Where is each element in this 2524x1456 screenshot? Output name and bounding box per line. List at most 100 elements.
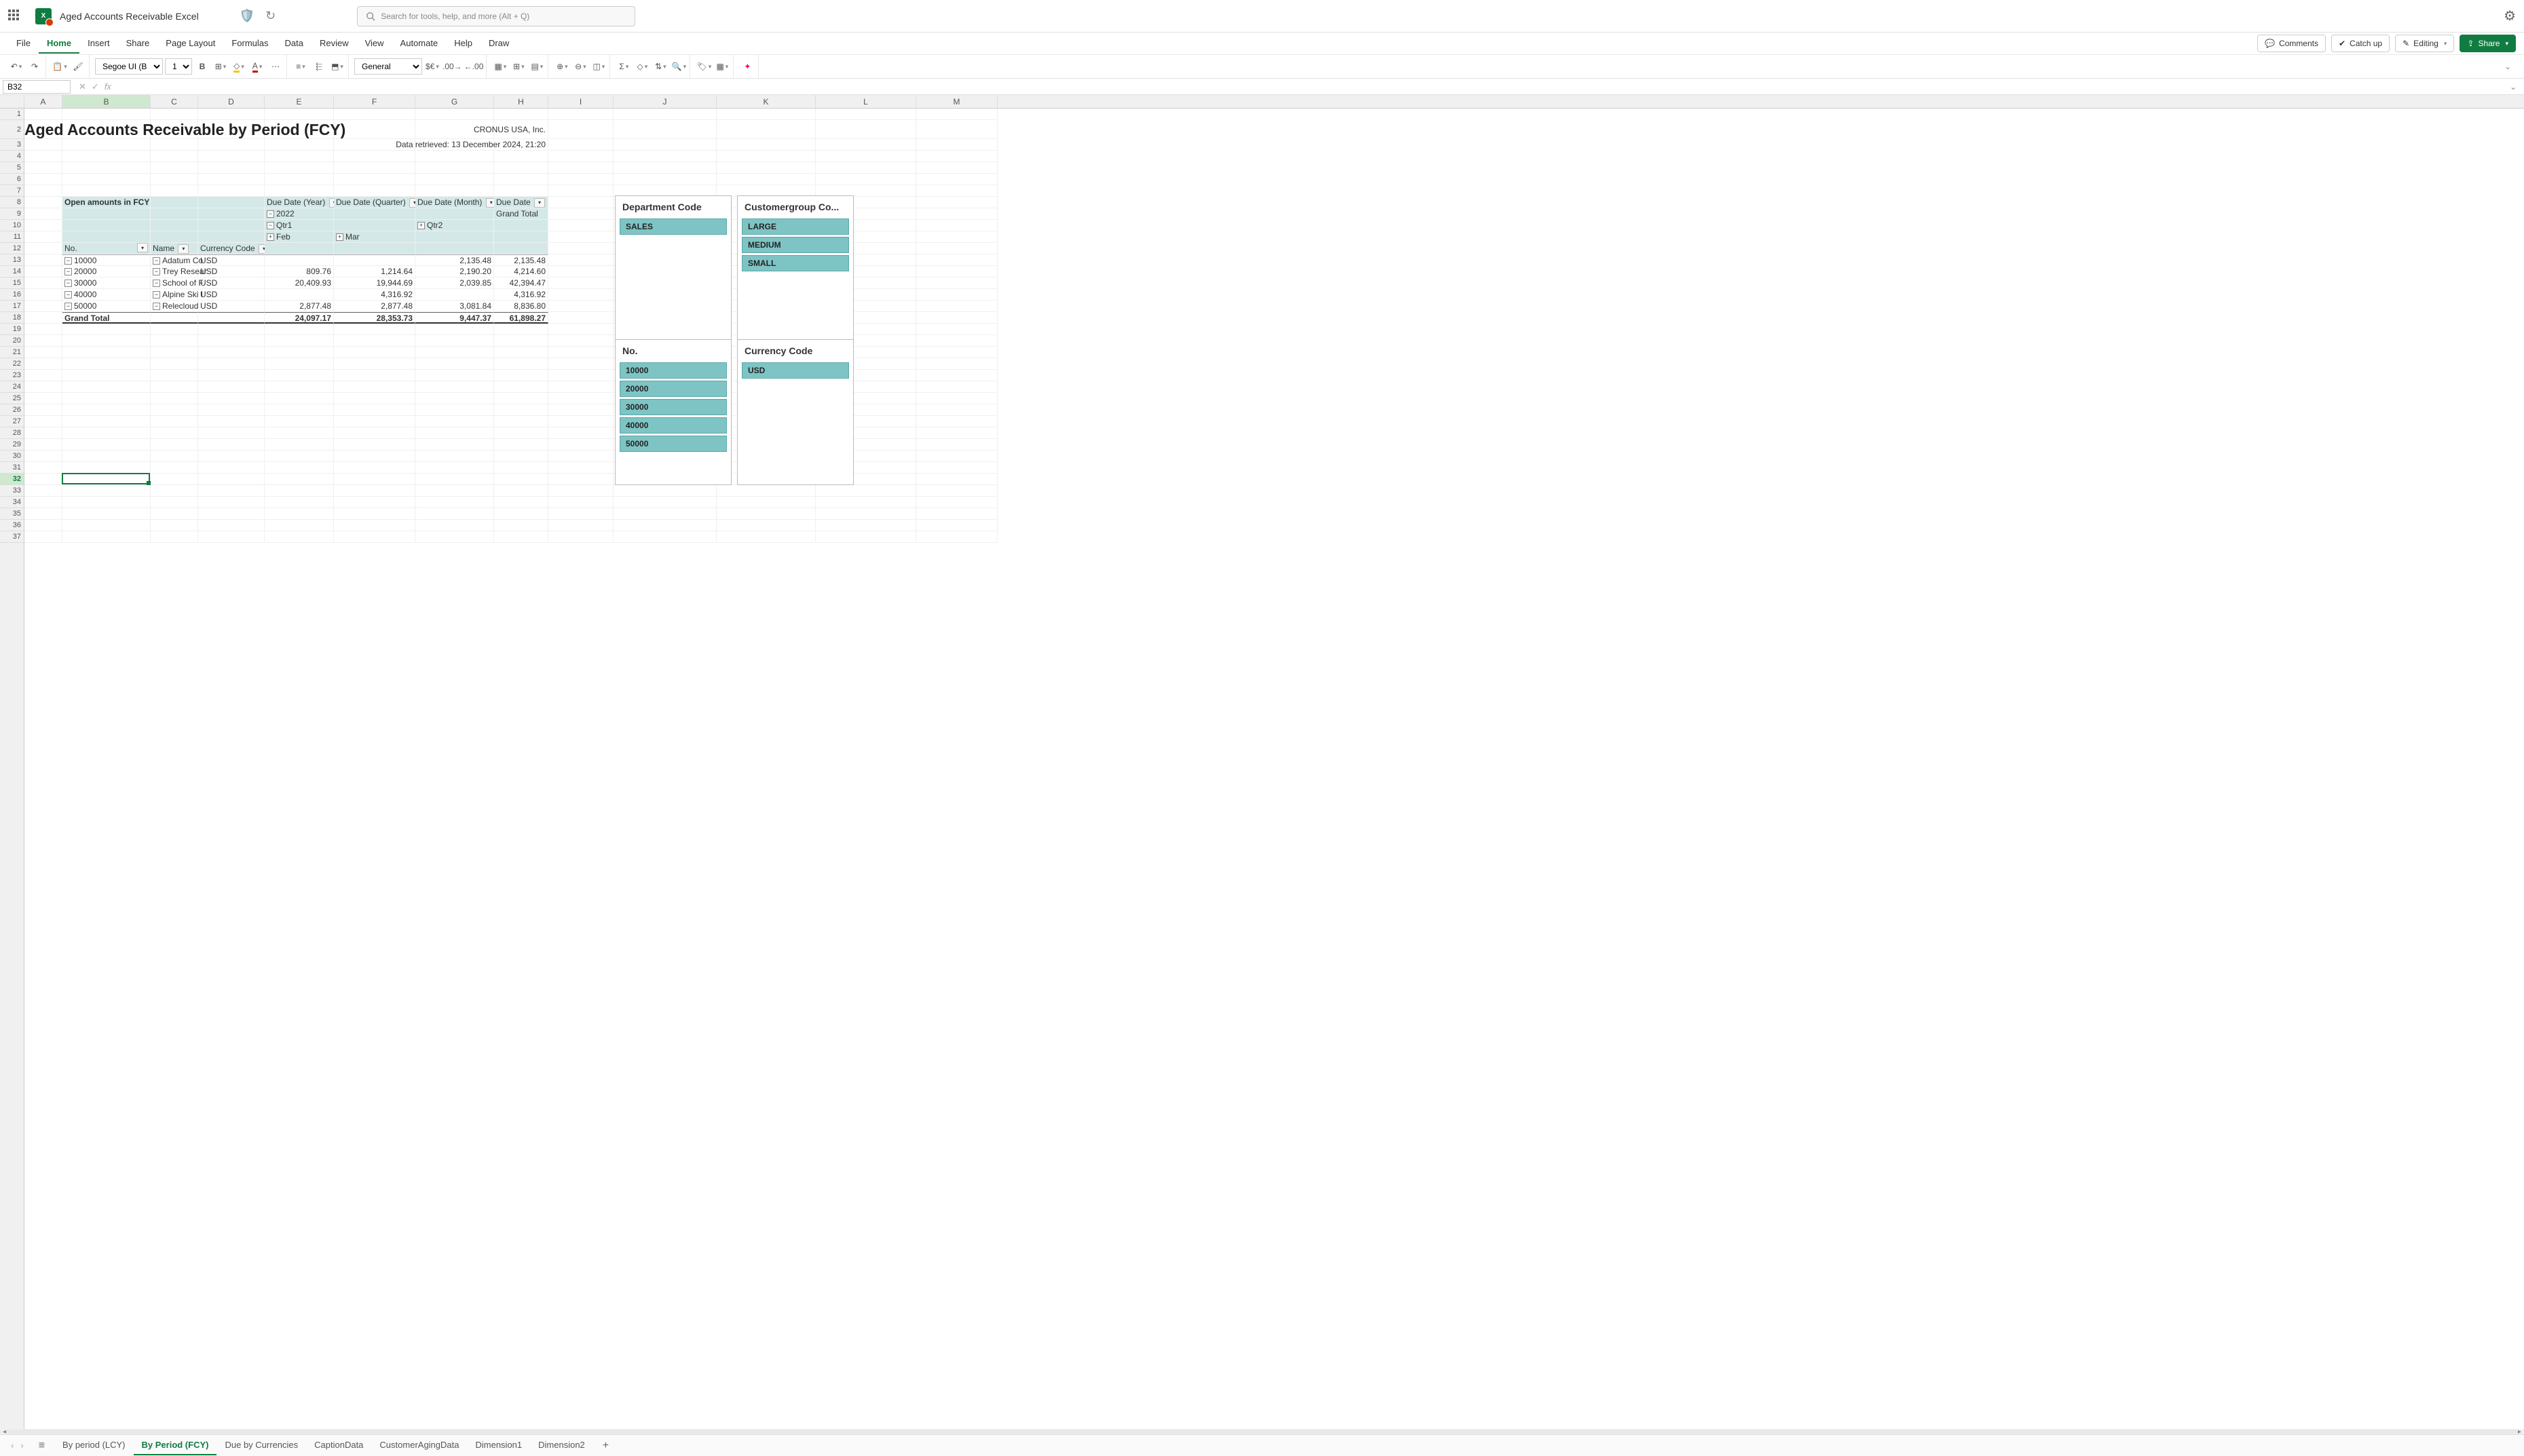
column-header-A[interactable]: A [24, 95, 62, 108]
cell-F12[interactable] [334, 243, 415, 254]
cell-H14[interactable]: 4,214.60 [494, 266, 548, 277]
cell-F22[interactable] [334, 358, 415, 370]
cell-K36[interactable] [717, 520, 816, 531]
cell-B23[interactable] [62, 370, 151, 381]
cell-F30[interactable] [334, 451, 415, 462]
name-box[interactable] [3, 80, 71, 94]
cell-E11[interactable]: +Feb [265, 231, 334, 243]
cell-D8[interactable] [198, 197, 265, 208]
column-header-J[interactable]: J [614, 95, 717, 108]
row-header-24[interactable]: 24 [0, 381, 24, 393]
cell-K34[interactable] [717, 497, 816, 508]
currency-button[interactable]: $€▾ [424, 58, 440, 75]
cell-K1[interactable] [717, 109, 816, 120]
cell-H27[interactable] [494, 416, 548, 427]
cell-E36[interactable] [265, 520, 334, 531]
cell-I9[interactable] [548, 208, 614, 220]
cell-G11[interactable] [415, 231, 494, 243]
cell-B2[interactable]: Aged Accounts Receivable by Period (FCY) [62, 120, 151, 139]
cell-F37[interactable] [334, 531, 415, 543]
cell-C16[interactable]: −Alpine Ski I [151, 289, 198, 301]
cell-B11[interactable] [62, 231, 151, 243]
column-header-F[interactable]: F [334, 95, 415, 108]
cell-J33[interactable] [614, 485, 717, 497]
cell-A24[interactable] [24, 381, 62, 393]
cell-G36[interactable] [415, 520, 494, 531]
cell-K2[interactable] [717, 120, 816, 139]
cell-M15[interactable] [916, 277, 998, 289]
cell-E5[interactable] [265, 162, 334, 174]
cell-M37[interactable] [916, 531, 998, 543]
cell-styles-button[interactable]: ▤▾ [529, 58, 545, 75]
cell-G26[interactable] [415, 404, 494, 416]
column-header-G[interactable]: G [415, 95, 494, 108]
row-header-37[interactable]: 37 [0, 531, 24, 543]
cell-J3[interactable] [614, 139, 717, 151]
sheet-tab-customeragingdata[interactable]: CustomerAgingData [371, 1436, 467, 1455]
cell-M21[interactable] [916, 347, 998, 358]
row-header-27[interactable]: 27 [0, 416, 24, 427]
slicer-no-item-3[interactable]: 40000 [620, 417, 727, 434]
cell-E6[interactable] [265, 174, 334, 185]
scroll-right-icon[interactable]: ▸ [2518, 1428, 2521, 1436]
cell-C35[interactable] [151, 508, 198, 520]
fill-color-button[interactable]: ◇▾ [231, 58, 247, 75]
cell-A15[interactable] [24, 277, 62, 289]
cell-C29[interactable] [151, 439, 198, 451]
cell-A34[interactable] [24, 497, 62, 508]
row-header-25[interactable]: 25 [0, 393, 24, 404]
cell-I8[interactable] [548, 197, 614, 208]
cell-E14[interactable]: 809.76 [265, 266, 334, 277]
cell-M9[interactable] [916, 208, 998, 220]
font-color-button[interactable]: A▾ [249, 58, 265, 75]
cell-F13[interactable] [334, 254, 415, 266]
undo-button[interactable]: ↶▾ [8, 58, 24, 75]
cell-F28[interactable] [334, 427, 415, 439]
cell-H28[interactable] [494, 427, 548, 439]
slicer-no-item-4[interactable]: 50000 [620, 436, 727, 452]
cell-A22[interactable] [24, 358, 62, 370]
cell-M12[interactable] [916, 243, 998, 254]
cell-C7[interactable] [151, 185, 198, 197]
cell-A8[interactable] [24, 197, 62, 208]
cell-J2[interactable] [614, 120, 717, 139]
menu-tab-share[interactable]: Share [118, 34, 158, 54]
row-header-17[interactable]: 17 [0, 301, 24, 312]
row-header-8[interactable]: 8 [0, 197, 24, 208]
cell-H7[interactable] [494, 185, 548, 197]
cell-D11[interactable] [198, 231, 265, 243]
cell-B13[interactable]: −10000 [62, 254, 151, 266]
search-input[interactable]: Search for tools, help, and more (Alt + … [357, 6, 635, 26]
cell-F32[interactable] [334, 474, 415, 485]
cell-B4[interactable] [62, 151, 151, 162]
row-header-6[interactable]: 6 [0, 174, 24, 185]
cell-B21[interactable] [62, 347, 151, 358]
cell-E32[interactable] [265, 474, 334, 485]
slicer-customergroup-item-2[interactable]: SMALL [742, 255, 849, 271]
cell-F25[interactable] [334, 393, 415, 404]
cell-H17[interactable]: 8,836.80 [494, 301, 548, 312]
redo-button[interactable]: ↷ [26, 58, 43, 75]
row-header-12[interactable]: 12 [0, 243, 24, 254]
sheet-tab-by-period-lcy-[interactable]: By period (LCY) [54, 1436, 133, 1455]
cell-G34[interactable] [415, 497, 494, 508]
cell-G13[interactable]: 2,135.48 [415, 254, 494, 266]
cell-B5[interactable] [62, 162, 151, 174]
cell-I24[interactable] [548, 381, 614, 393]
cell-I14[interactable] [548, 266, 614, 277]
insert-cells-button[interactable]: ⊕▾ [554, 58, 570, 75]
cell-D6[interactable] [198, 174, 265, 185]
cell-D34[interactable] [198, 497, 265, 508]
cell-B36[interactable] [62, 520, 151, 531]
cell-A31[interactable] [24, 462, 62, 474]
settings-icon[interactable]: ⚙ [2504, 7, 2516, 24]
cell-F4[interactable] [334, 151, 415, 162]
sheet-prev-icon[interactable]: ‹ [11, 1440, 14, 1451]
cell-H26[interactable] [494, 404, 548, 416]
cell-L4[interactable] [816, 151, 916, 162]
slicer-customergroup[interactable]: Customergroup Co...LARGEMEDIUMSMALL [737, 195, 854, 341]
cell-D19[interactable] [198, 324, 265, 335]
cell-A32[interactable] [24, 474, 62, 485]
row-header-35[interactable]: 35 [0, 508, 24, 520]
column-header-C[interactable]: C [151, 95, 198, 108]
